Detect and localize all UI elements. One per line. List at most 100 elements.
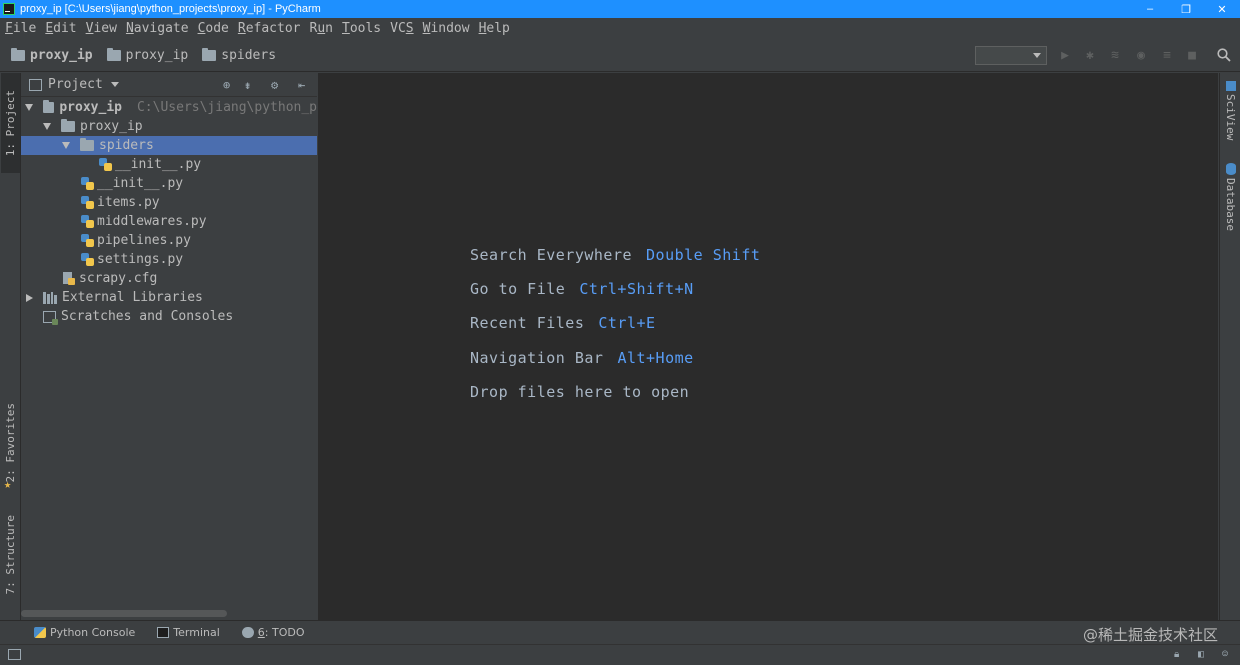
- python-file-icon: [81, 215, 94, 228]
- menu-refactor[interactable]: Refactor: [238, 21, 301, 36]
- menu-bar: File Edit View Navigate Code Refactor Ru…: [0, 18, 1240, 39]
- gear-icon[interactable]: ⚙: [271, 78, 278, 92]
- hint-go-to-file: Go to File Ctrl+Shift+N: [470, 280, 694, 298]
- project-view-selector[interactable]: Project: [48, 77, 103, 92]
- breadcrumb-project[interactable]: proxy_ip: [11, 47, 93, 63]
- tree-item-middlewares[interactable]: middlewares.py: [21, 212, 317, 231]
- expand-arrow-icon[interactable]: [62, 142, 70, 149]
- tree-item-external-libraries[interactable]: External Libraries: [21, 288, 317, 307]
- python-file-icon: [99, 158, 112, 171]
- window-title-bar: proxy_ip [C:\Users\jiang\python_projects…: [0, 0, 1240, 18]
- libraries-icon: [43, 291, 57, 304]
- event-log-icon[interactable]: ☺: [1222, 649, 1232, 660]
- hint-recent-files: Recent Files Ctrl+E: [470, 314, 656, 332]
- profile-icon[interactable]: ◉: [1134, 48, 1148, 63]
- tree-item-proxy-ip-package[interactable]: proxy_ip: [21, 117, 317, 136]
- menu-run[interactable]: Run: [310, 21, 333, 36]
- navigation-bar: proxy_ip proxy_ip spiders ▶ ✱ ≋ ◉ ≡ ■: [0, 39, 1240, 72]
- search-icon[interactable]: [1217, 48, 1231, 62]
- debug-icon[interactable]: ✱: [1083, 48, 1097, 63]
- status-bar: 🔒︎ ◧ ☺: [0, 644, 1240, 665]
- run-configuration-select[interactable]: [975, 46, 1047, 65]
- menu-window[interactable]: Window: [423, 21, 470, 36]
- right-tool-strip: SciView Database: [1219, 73, 1240, 620]
- folder-icon: [61, 119, 75, 132]
- horizontal-scrollbar[interactable]: [21, 610, 227, 617]
- terminal-icon: [157, 627, 170, 638]
- coverage-icon[interactable]: ≋: [1108, 48, 1122, 63]
- menu-edit[interactable]: Edit: [45, 21, 76, 36]
- tab-terminal[interactable]: Terminal: [157, 626, 220, 639]
- window-title: proxy_ip [C:\Users\jiang\python_projects…: [20, 3, 321, 15]
- minimize-button[interactable]: –: [1132, 0, 1168, 18]
- menu-tools[interactable]: Tools: [342, 21, 381, 36]
- star-icon: ★: [4, 477, 12, 491]
- python-file-icon: [81, 253, 94, 266]
- tree-item-spiders-init[interactable]: __init__.py: [21, 155, 317, 174]
- tab-sciview[interactable]: SciView: [1221, 81, 1240, 140]
- tree-item-scratches[interactable]: Scratches and Consoles: [21, 307, 317, 326]
- run-icon[interactable]: ▶: [1058, 48, 1072, 63]
- breadcrumb-package[interactable]: proxy_ip: [106, 47, 188, 63]
- project-view-icon: [29, 78, 42, 91]
- tab-database[interactable]: Database: [1221, 163, 1240, 231]
- python-console-icon: [34, 627, 46, 638]
- tree-item-items[interactable]: items.py: [21, 193, 317, 212]
- tab-structure[interactable]: 7: Structure: [1, 510, 20, 600]
- tree-item-pipelines[interactable]: pipelines.py: [21, 231, 317, 250]
- tree-item-spiders[interactable]: spiders: [21, 136, 317, 155]
- python-file-icon: [81, 177, 94, 190]
- lock-icon[interactable]: 🔒︎: [1174, 649, 1184, 660]
- inspector-icon[interactable]: ◧: [1198, 649, 1208, 660]
- concurrency-icon[interactable]: ≡: [1160, 48, 1174, 63]
- maximize-button[interactable]: ❐: [1168, 0, 1204, 18]
- watermark: @稀土掘金技术社区: [1082, 626, 1218, 644]
- editor-empty-area[interactable]: Search Everywhere Double Shift Go to File…: [318, 73, 1218, 620]
- folder-icon: [11, 47, 25, 61]
- scratches-icon: [43, 310, 58, 325]
- menu-code[interactable]: Code: [198, 21, 229, 36]
- database-icon: [1225, 163, 1236, 175]
- menu-file[interactable]: File: [5, 21, 36, 36]
- menu-vcs[interactable]: VCS: [390, 21, 413, 36]
- stop-icon[interactable]: ■: [1185, 48, 1199, 63]
- expand-arrow-icon[interactable]: [25, 104, 33, 111]
- tool-windows-toggle-icon[interactable]: [8, 649, 21, 660]
- tree-item-init[interactable]: __init__.py: [21, 174, 317, 193]
- project-tool-window: Project ⊕ ⇟ ⚙ ⇤ proxy_ip C:\Users\jiang\…: [21, 73, 317, 620]
- todo-icon: [241, 627, 254, 638]
- menu-navigate[interactable]: Navigate: [126, 21, 189, 36]
- chevron-down-icon: [1033, 53, 1041, 58]
- pycharm-app-icon: [3, 3, 15, 15]
- expand-arrow-icon[interactable]: [43, 123, 51, 130]
- folder-icon: [43, 100, 55, 113]
- left-tool-strip: 1: Project 2: Favorites ★ 7: Structure: [0, 73, 21, 620]
- hide-icon[interactable]: ⇤: [298, 78, 305, 92]
- python-file-icon: [81, 234, 94, 247]
- tree-item-proxy-ip-root[interactable]: proxy_ip C:\Users\jiang\python_p: [21, 98, 317, 117]
- tab-project[interactable]: 1: Project: [1, 73, 20, 173]
- tab-todo[interactable]: 6: TODO: [241, 626, 305, 639]
- folder-icon: [202, 47, 217, 61]
- folder-icon: [80, 138, 94, 151]
- breadcrumb-spiders[interactable]: spiders: [202, 47, 276, 63]
- tree-item-settings[interactable]: settings.py: [21, 250, 317, 269]
- tree-item-scrapy-cfg[interactable]: scrapy.cfg: [21, 269, 317, 288]
- locate-icon[interactable]: ⊕: [223, 78, 230, 92]
- tab-python-console[interactable]: Python Console: [34, 626, 135, 639]
- collapse-all-icon[interactable]: ⇟: [244, 78, 251, 92]
- chevron-down-icon[interactable]: [110, 82, 119, 87]
- python-file-icon: [81, 196, 94, 209]
- hint-navigation-bar: Navigation Bar Alt+Home: [470, 349, 694, 367]
- menu-help[interactable]: Help: [479, 21, 510, 36]
- bottom-tool-bar: Python Console Terminal 6: TODO @稀土掘金技术社…: [0, 620, 1240, 644]
- folder-icon: [106, 47, 121, 61]
- config-file-icon: [62, 272, 75, 285]
- close-button[interactable]: ✕: [1204, 0, 1240, 18]
- hint-drop-files: Drop files here to open: [470, 383, 690, 401]
- menu-view[interactable]: View: [86, 21, 117, 36]
- expand-arrow-icon[interactable]: [26, 293, 33, 302]
- project-panel-header: Project ⊕ ⇟ ⚙ ⇤: [21, 73, 317, 97]
- sciview-icon: [1225, 81, 1236, 91]
- hint-search-everywhere: Search Everywhere Double Shift: [470, 246, 761, 264]
